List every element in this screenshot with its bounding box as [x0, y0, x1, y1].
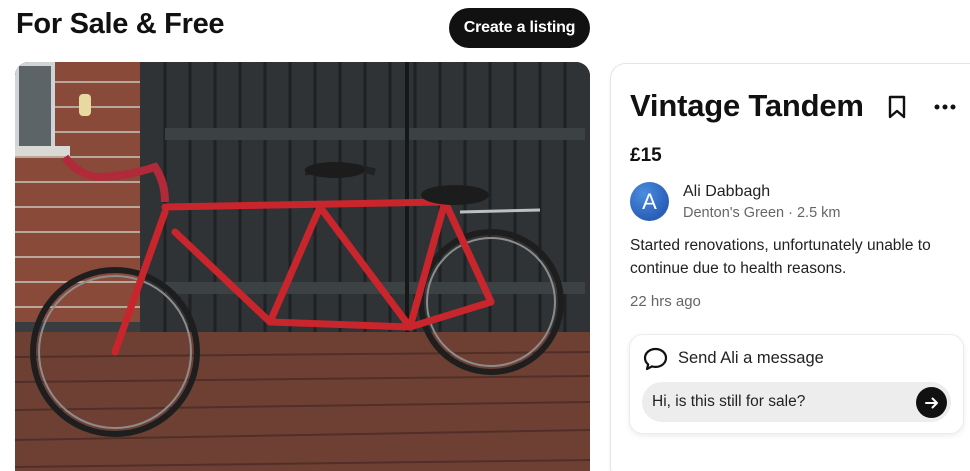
seller-location: Denton's Green · 2.5 km — [683, 205, 841, 221]
chat-bubble-icon — [643, 347, 668, 371]
avatar[interactable]: A — [630, 182, 669, 221]
send-arrow-icon[interactable] — [916, 387, 947, 418]
page-title: For Sale & Free — [16, 8, 225, 40]
listing-photo[interactable] — [15, 62, 590, 471]
seller-name[interactable]: Ali Dabbagh — [683, 183, 770, 201]
create-listing-button[interactable]: Create a listing — [449, 8, 590, 48]
posted-time: 22 hrs ago — [630, 293, 701, 310]
more-icon[interactable] — [933, 96, 957, 118]
listing-title: Vintage Tandem — [630, 88, 864, 123]
message-title: Send Ali a message — [678, 349, 824, 367]
bookmark-icon[interactable] — [886, 95, 908, 119]
message-input[interactable] — [642, 382, 951, 422]
listing-price: £15 — [630, 145, 662, 166]
listing-description: Started renovations, unfortunately unabl… — [630, 237, 931, 277]
